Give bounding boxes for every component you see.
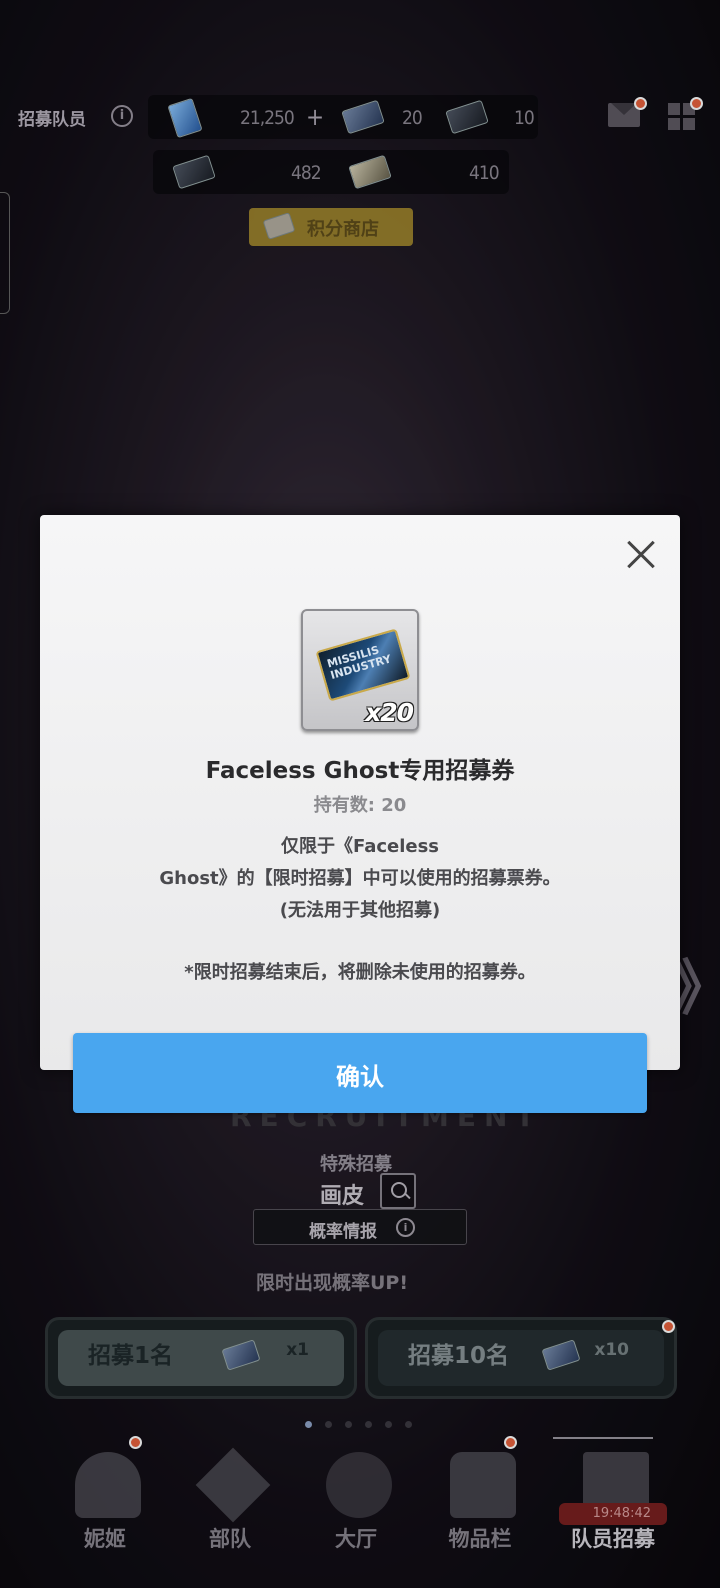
confirm-button[interactable]: 确认	[73, 1033, 647, 1113]
close-icon[interactable]	[622, 537, 658, 573]
item-description: 仅限于《Faceless Ghost》的【限时招募】中可以使用的招募票券。 (无…	[100, 831, 620, 927]
item-quantity: x20	[365, 698, 414, 727]
description-line: (无法用于其他招募)	[279, 900, 441, 921]
item-info-dialog: MISSILIS INDUSTRY x20 Faceless Ghost专用招募…	[40, 515, 680, 1070]
ticket-card-image: MISSILIS INDUSTRY	[315, 628, 411, 702]
description-line: 仅限于《Faceless	[280, 836, 440, 857]
owned-count: 持有数: 20	[313, 795, 407, 816]
description-line: Ghost》的【限时招募】中可以使用的招募票券。	[159, 868, 561, 889]
confirm-label: 确认	[336, 1063, 384, 1091]
expiry-note: *限时招募结束后，将删除未使用的招募券。	[184, 962, 536, 983]
item-thumbnail: MISSILIS INDUSTRY x20	[301, 609, 419, 731]
item-title: Faceless Ghost专用招募券	[205, 758, 515, 784]
ticket-card-text: MISSILIS INDUSTRY	[325, 643, 393, 683]
